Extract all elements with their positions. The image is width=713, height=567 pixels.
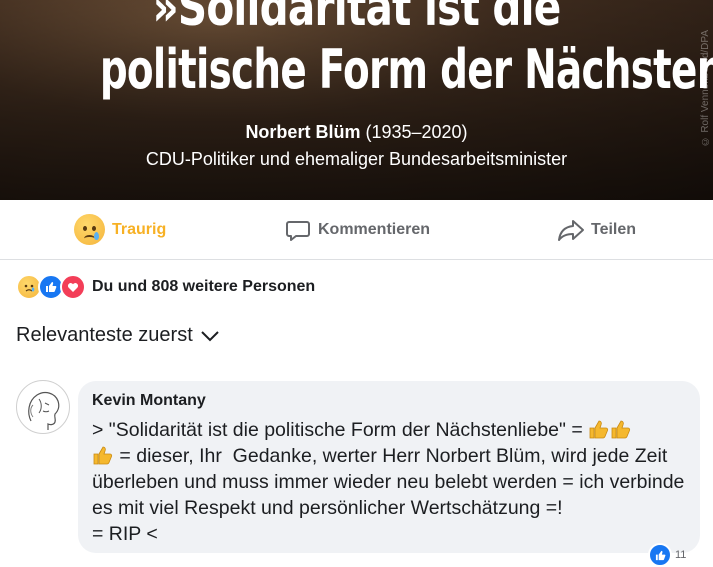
share-label: Teilen xyxy=(591,220,637,238)
thumbs-up-emoji-icon xyxy=(611,420,631,439)
comment-text-part-1: > "Solidarität ist die politische Form d… xyxy=(92,419,589,441)
chevron-down-icon xyxy=(201,330,219,341)
quote-line-2: politische Form der Nächstenliebe« xyxy=(99,38,713,101)
share-icon xyxy=(558,219,584,241)
comment-sort-dropdown[interactable]: Relevanteste zuerst xyxy=(16,324,219,347)
reaction-label: Traurig xyxy=(112,220,167,238)
like-icon xyxy=(648,543,672,567)
author-years: (1935–2020) xyxy=(365,122,468,142)
avatar-sketch-icon xyxy=(28,391,60,430)
share-button[interactable]: Teilen xyxy=(557,200,636,259)
thumbs-up-emoji-icon xyxy=(93,446,113,465)
avatar[interactable] xyxy=(16,380,70,434)
love-icon xyxy=(60,274,86,300)
reaction-count-text: Du und 808 weitere Personen xyxy=(92,278,316,295)
thumbs-up-emoji-icon xyxy=(589,420,609,439)
author-role: CDU-Politiker und ehemaliger Bundesarbei… xyxy=(145,149,568,169)
comment-button[interactable]: Kommentieren xyxy=(285,200,430,259)
comment-icon xyxy=(286,220,310,241)
quote-author: Norbert Blüm (1935–2020) xyxy=(0,122,713,143)
sad-emoji-icon xyxy=(74,214,105,245)
reaction-button[interactable]: Traurig xyxy=(74,200,166,259)
sort-label: Relevanteste zuerst xyxy=(16,324,193,346)
comment-bubble: Kevin Montany > "Solidarität ist die pol… xyxy=(78,381,700,553)
reaction-summary[interactable]: Du und 808 weitere Personen xyxy=(16,274,315,300)
comment-like-badge[interactable]: 11 xyxy=(648,543,687,567)
quote-line-1: »Solidarität ist die xyxy=(152,0,561,38)
comment-label: Kommentieren xyxy=(318,220,431,238)
post-action-bar: Traurig Kommentieren Teilen xyxy=(0,200,713,260)
post-image[interactable]: »Solidarität ist die politische Form der… xyxy=(0,0,713,200)
photo-credit: © Rolf Vennenbernd/DPA xyxy=(700,30,711,147)
author-name: Norbert Blüm xyxy=(245,122,361,142)
comment-like-count: 11 xyxy=(675,549,687,561)
comment-text: > "Solidarität ist die politische Form d… xyxy=(92,417,692,547)
comment-author[interactable]: Kevin Montany xyxy=(92,392,206,410)
comment-text-part-2: = dieser, Ihr Gedanke, werter Herr Norbe… xyxy=(92,445,685,545)
